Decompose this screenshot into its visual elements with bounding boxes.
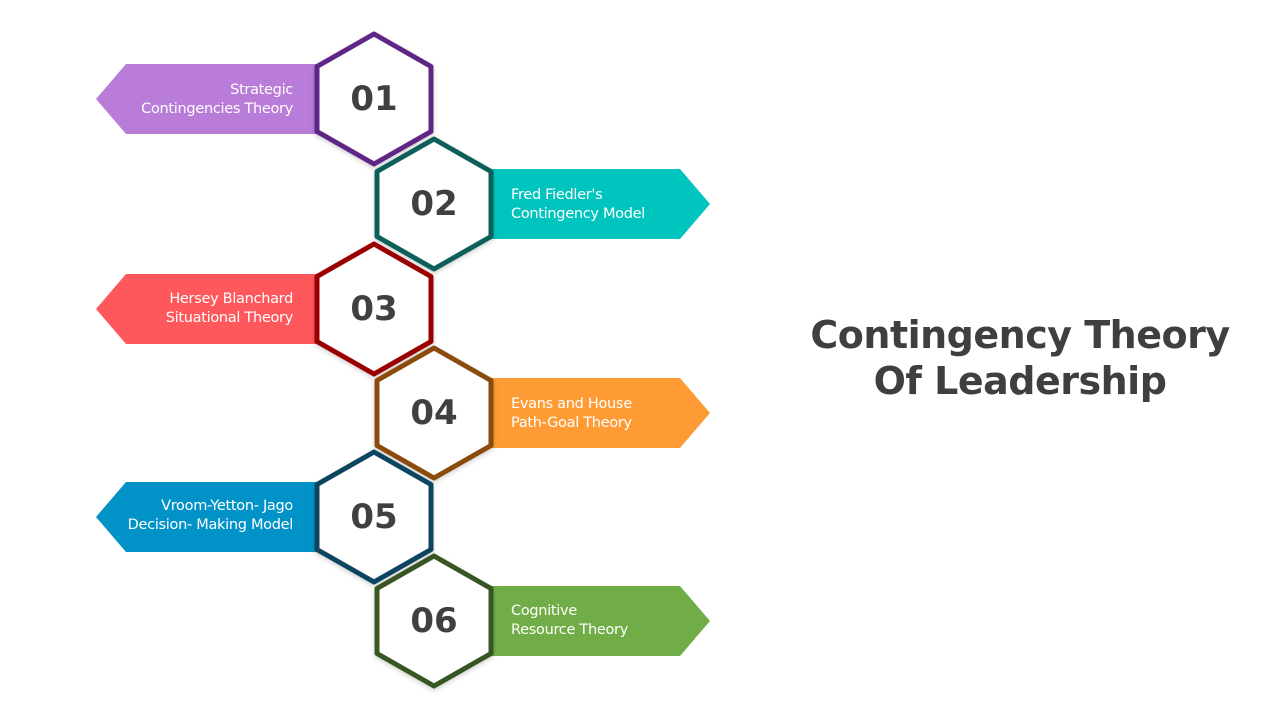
step-2-label-line-2: Contingency Model (511, 206, 646, 222)
hexagon-stack (314, 31, 494, 689)
step-5-number: 05 (350, 497, 398, 537)
step-6-label-line-1: Cognitive (511, 603, 577, 619)
step-6-number: 06 (410, 601, 458, 641)
title-line-1: Contingency Theory (810, 313, 1230, 357)
title-line-2: Of Leadership (873, 359, 1167, 403)
step-2-label-line-1: Fred Fiedler's (511, 187, 603, 203)
step-4-label-line-2: Path-Goal Theory (511, 415, 632, 431)
step-4-label-line-1: Evans and House (511, 396, 632, 412)
step-5-label-line-2: Decision- Making Model (127, 517, 294, 533)
step-1-label-line-2: Contingencies Theory (141, 101, 293, 117)
step-2-number: 02 (410, 184, 458, 224)
step-1-number: 01 (350, 79, 398, 119)
step-3-label-line-1: Hersey Blanchard (169, 291, 293, 307)
step-3-label-line-2: Situational Theory (165, 310, 294, 326)
step-1-label-line-1: Strategic (230, 82, 293, 98)
step-5-label-line-1: Vroom-Yetton- Jago (161, 498, 293, 514)
step-5-label: Vroom-Yetton- Jago Decision- Making Mode… (127, 497, 294, 535)
step-3-label: Hersey Blanchard Situational Theory (165, 290, 294, 328)
step-6-label-line-2: Resource Theory (511, 622, 628, 638)
step-4-label: Evans and House Path-Goal Theory (511, 395, 632, 433)
step-6-label: Cognitive Resource Theory (511, 602, 628, 640)
step-1-label: Strategic Contingencies Theory (141, 81, 293, 119)
step-4-number: 04 (410, 393, 458, 433)
page-title: Contingency Theory Of Leadership (790, 312, 1250, 404)
step-3-number: 03 (350, 289, 398, 329)
step-2-label: Fred Fiedler's Contingency Model (511, 186, 645, 224)
